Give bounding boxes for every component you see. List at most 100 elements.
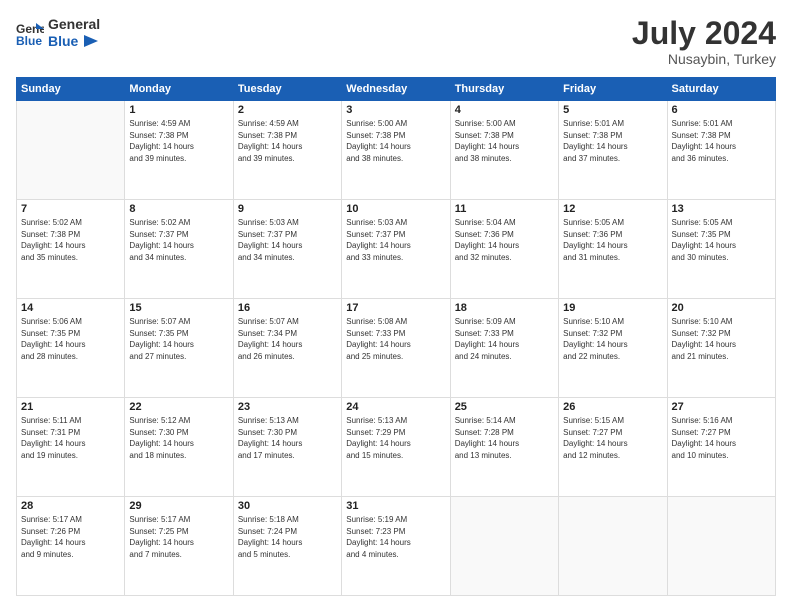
calendar-cell: 3 Sunrise: 5:00 AM Sunset: 7:38 PM Daylig… (342, 101, 450, 200)
day-number: 20 (672, 302, 771, 314)
calendar-cell: 17 Sunrise: 5:08 AM Sunset: 7:33 PM Dayli… (342, 299, 450, 398)
calendar-weekday-saturday: Saturday (667, 78, 775, 101)
calendar-cell: 11 Sunrise: 5:04 AM Sunset: 7:36 PM Dayli… (450, 200, 558, 299)
page: General Blue General Blue July 2024 Nusa… (0, 0, 792, 612)
day-number: 28 (21, 500, 120, 512)
logo-blue: Blue (48, 33, 78, 50)
day-info: Sunrise: 5:07 AM Sunset: 7:34 PM Dayligh… (238, 316, 337, 362)
calendar-cell: 27Sunrise: 5:16 AM Sunset: 7:27 PM Dayli… (667, 398, 775, 497)
day-info: Sunrise: 5:10 AM Sunset: 7:32 PM Dayligh… (563, 316, 662, 362)
day-number: 8 (129, 203, 228, 215)
calendar-cell: 21 Sunrise: 5:11 AM Sunset: 7:31 PM Dayli… (17, 398, 125, 497)
calendar-cell: 24Sunrise: 5:13 AM Sunset: 7:29 PM Dayli… (342, 398, 450, 497)
calendar-cell: 5Sunrise: 5:01 AM Sunset: 7:38 PM Daylig… (559, 101, 667, 200)
day-info: Sunrise: 5:03 AM Sunset: 7:37 PM Dayligh… (346, 217, 445, 263)
calendar-cell: 4Sunrise: 5:00 AM Sunset: 7:38 PM Daylig… (450, 101, 558, 200)
day-info: Sunrise: 5:07 AM Sunset: 7:35 PM Dayligh… (129, 316, 228, 362)
day-number: 16 (238, 302, 337, 314)
day-info: Sunrise: 5:05 AM Sunset: 7:36 PM Dayligh… (563, 217, 662, 263)
day-number: 21 (21, 401, 120, 413)
day-number: 25 (455, 401, 554, 413)
day-info: Sunrise: 5:12 AM Sunset: 7:30 PM Dayligh… (129, 415, 228, 461)
calendar-cell (559, 497, 667, 596)
day-info: Sunrise: 5:13 AM Sunset: 7:30 PM Dayligh… (238, 415, 337, 461)
calendar-cell: 25 Sunrise: 5:14 AM Sunset: 7:28 PM Dayli… (450, 398, 558, 497)
calendar-week-4: 21 Sunrise: 5:11 AM Sunset: 7:31 PM Dayli… (17, 398, 776, 497)
calendar-weekday-tuesday: Tuesday (233, 78, 341, 101)
day-info: Sunrise: 5:06 AM Sunset: 7:35 PM Dayligh… (21, 316, 120, 362)
calendar-cell: 16 Sunrise: 5:07 AM Sunset: 7:34 PM Dayli… (233, 299, 341, 398)
day-info: Sunrise: 5:01 AM Sunset: 7:38 PM Dayligh… (672, 118, 771, 164)
day-info: Sunrise: 5:14 AM Sunset: 7:28 PM Dayligh… (455, 415, 554, 461)
calendar-week-3: 14 Sunrise: 5:06 AM Sunset: 7:35 PM Dayli… (17, 299, 776, 398)
day-number: 23 (238, 401, 337, 413)
calendar-table: SundayMondayTuesdayWednesdayThursdayFrid… (16, 77, 776, 596)
calendar-weekday-friday: Friday (559, 78, 667, 101)
day-number: 31 (346, 500, 445, 512)
calendar-week-1: 1 Sunrise: 4:59 AM Sunset: 7:38 PM Daylig… (17, 101, 776, 200)
day-info: Sunrise: 5:18 AM Sunset: 7:24 PM Dayligh… (238, 514, 337, 560)
calendar-cell: 10Sunrise: 5:03 AM Sunset: 7:37 PM Dayli… (342, 200, 450, 299)
day-number: 2 (238, 104, 337, 116)
day-number: 7 (21, 203, 120, 215)
calendar-weekday-thursday: Thursday (450, 78, 558, 101)
calendar-cell: 15 Sunrise: 5:07 AM Sunset: 7:35 PM Dayli… (125, 299, 233, 398)
day-number: 29 (129, 500, 228, 512)
logo-triangle-icon (80, 34, 98, 48)
calendar-cell (450, 497, 558, 596)
calendar-cell (17, 101, 125, 200)
day-number: 4 (455, 104, 554, 116)
day-info: Sunrise: 5:15 AM Sunset: 7:27 PM Dayligh… (563, 415, 662, 461)
calendar-cell: 31Sunrise: 5:19 AM Sunset: 7:23 PM Dayli… (342, 497, 450, 596)
day-info: Sunrise: 5:03 AM Sunset: 7:37 PM Dayligh… (238, 217, 337, 263)
day-number: 12 (563, 203, 662, 215)
calendar-weekday-sunday: Sunday (17, 78, 125, 101)
calendar-cell: 18Sunrise: 5:09 AM Sunset: 7:33 PM Dayli… (450, 299, 558, 398)
calendar-cell: 19 Sunrise: 5:10 AM Sunset: 7:32 PM Dayli… (559, 299, 667, 398)
day-number: 22 (129, 401, 228, 413)
calendar-cell: 20Sunrise: 5:10 AM Sunset: 7:32 PM Dayli… (667, 299, 775, 398)
day-info: Sunrise: 5:11 AM Sunset: 7:31 PM Dayligh… (21, 415, 120, 461)
calendar-cell (667, 497, 775, 596)
day-info: Sunrise: 4:59 AM Sunset: 7:38 PM Dayligh… (238, 118, 337, 164)
day-number: 9 (238, 203, 337, 215)
day-number: 24 (346, 401, 445, 413)
header: General Blue General Blue July 2024 Nusa… (16, 16, 776, 67)
calendar-cell: 29 Sunrise: 5:17 AM Sunset: 7:25 PM Dayli… (125, 497, 233, 596)
day-number: 1 (129, 104, 228, 116)
day-info: Sunrise: 5:02 AM Sunset: 7:38 PM Dayligh… (21, 217, 120, 263)
day-number: 26 (563, 401, 662, 413)
day-info: Sunrise: 5:05 AM Sunset: 7:35 PM Dayligh… (672, 217, 771, 263)
day-number: 15 (129, 302, 228, 314)
day-info: Sunrise: 5:17 AM Sunset: 7:25 PM Dayligh… (129, 514, 228, 560)
calendar-header-row: SundayMondayTuesdayWednesdayThursdayFrid… (17, 78, 776, 101)
day-info: Sunrise: 5:01 AM Sunset: 7:38 PM Dayligh… (563, 118, 662, 164)
calendar-cell: 9 Sunrise: 5:03 AM Sunset: 7:37 PM Daylig… (233, 200, 341, 299)
day-info: Sunrise: 5:04 AM Sunset: 7:36 PM Dayligh… (455, 217, 554, 263)
day-info: Sunrise: 5:00 AM Sunset: 7:38 PM Dayligh… (346, 118, 445, 164)
day-number: 6 (672, 104, 771, 116)
logo-general: General (48, 16, 100, 33)
day-info: Sunrise: 5:17 AM Sunset: 7:26 PM Dayligh… (21, 514, 120, 560)
calendar-cell: 23 Sunrise: 5:13 AM Sunset: 7:30 PM Dayli… (233, 398, 341, 497)
logo: General Blue General Blue (16, 16, 100, 50)
logo-icon: General Blue (16, 19, 44, 47)
calendar-cell: 30Sunrise: 5:18 AM Sunset: 7:24 PM Dayli… (233, 497, 341, 596)
calendar-cell: 22 Sunrise: 5:12 AM Sunset: 7:30 PM Dayli… (125, 398, 233, 497)
day-number: 3 (346, 104, 445, 116)
day-number: 17 (346, 302, 445, 314)
day-number: 27 (672, 401, 771, 413)
calendar-cell: 14 Sunrise: 5:06 AM Sunset: 7:35 PM Dayli… (17, 299, 125, 398)
calendar-weekday-monday: Monday (125, 78, 233, 101)
title-month: July 2024 (632, 16, 776, 51)
calendar-cell: 8Sunrise: 5:02 AM Sunset: 7:37 PM Daylig… (125, 200, 233, 299)
svg-text:Blue: Blue (16, 34, 42, 47)
day-number: 13 (672, 203, 771, 215)
day-number: 14 (21, 302, 120, 314)
day-info: Sunrise: 5:08 AM Sunset: 7:33 PM Dayligh… (346, 316, 445, 362)
day-number: 11 (455, 203, 554, 215)
calendar-week-5: 28 Sunrise: 5:17 AM Sunset: 7:26 PM Dayli… (17, 497, 776, 596)
calendar-cell: 1Sunrise: 4:59 AM Sunset: 7:38 PM Daylig… (125, 101, 233, 200)
calendar-cell: 7 Sunrise: 5:02 AM Sunset: 7:38 PM Daylig… (17, 200, 125, 299)
day-number: 19 (563, 302, 662, 314)
